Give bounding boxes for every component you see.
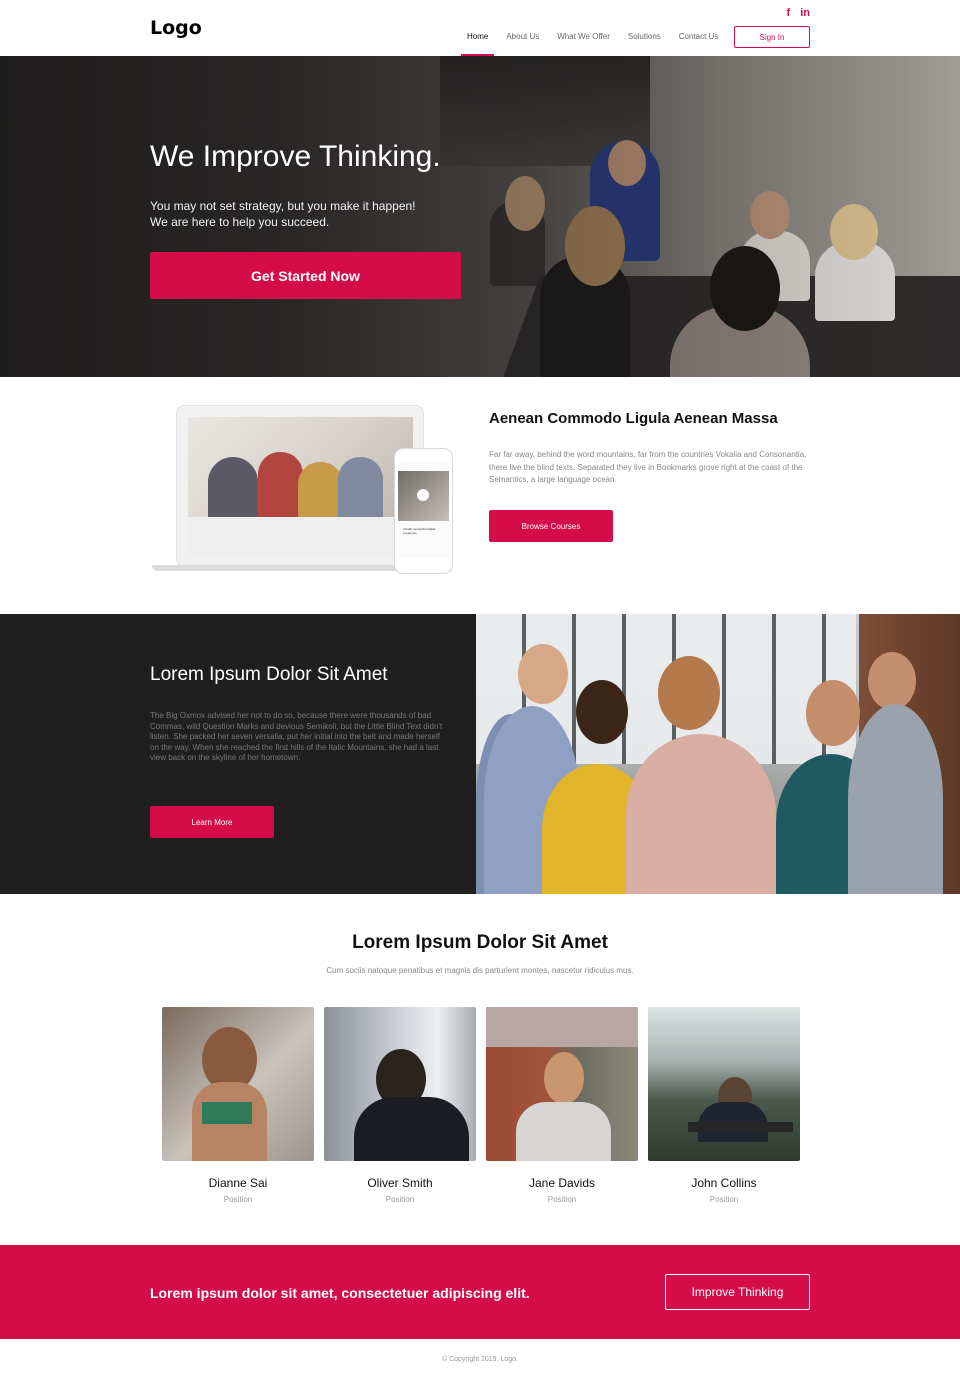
play-icon [417, 489, 429, 501]
nav-about-us[interactable]: About Us [500, 24, 545, 56]
phone-caption: Visualt mentosiba digital expelones [403, 527, 436, 535]
laptop-mockup [176, 405, 424, 567]
footer-copyright: © Copyright 2019. Logo. [442, 1356, 518, 1363]
hero-section: We Improve Thinking. You may not set str… [0, 56, 960, 377]
about-text: Far far away, behind the word mountains,… [489, 450, 807, 484]
sign-in-button[interactable]: Sign In [734, 26, 810, 48]
cta-band: Lorem ipsum dolor sit amet, consectetuer… [0, 1245, 960, 1339]
facebook-icon[interactable]: f [787, 7, 791, 19]
dark-section: Lorem Ipsum Dolor Sit Amet The Big Oxmox… [0, 614, 476, 894]
nav-contact-us[interactable]: Contact Us [673, 24, 725, 56]
logo[interactable]: Logo [150, 17, 202, 39]
team-member-position: Position [709, 1195, 739, 1204]
team-member-name: Dianne Sai [208, 1176, 268, 1190]
team-member-photo [162, 1007, 314, 1161]
team-member-position: Position [385, 1195, 415, 1204]
team-member-name: John Collins [691, 1176, 757, 1190]
team-card[interactable]: John Collins Position [648, 1007, 800, 1204]
team-member-position: Position [223, 1195, 253, 1204]
team-card[interactable]: Jane Davids Position [486, 1007, 638, 1204]
phone-mockup: Visualt mentosiba digital expelones [394, 448, 453, 574]
learn-more-button[interactable]: Learn More [150, 806, 274, 838]
hero-overlay [0, 56, 960, 377]
team-card[interactable]: Dianne Sai Position [162, 1007, 314, 1204]
team-member-name: Oliver Smith [367, 1176, 433, 1190]
nav-home[interactable]: Home [461, 24, 495, 56]
team-member-name: Jane Davids [528, 1176, 596, 1190]
team-member-photo [648, 1007, 800, 1161]
about-title: Aenean Commodo Ligula Aenean Massa [489, 410, 778, 427]
team-card[interactable]: Oliver Smith Position [324, 1007, 476, 1204]
team-member-photo [324, 1007, 476, 1161]
hero-title: We Improve Thinking. [150, 140, 441, 173]
team-title: Lorem Ipsum Dolor Sit Amet [352, 932, 608, 953]
browse-courses-button[interactable]: Browse Courses [489, 510, 613, 542]
team-group-photo [476, 614, 960, 894]
main-nav: Home About Us What We Offer Solutions Co… [461, 24, 730, 56]
get-started-button[interactable]: Get Started Now [150, 252, 461, 299]
nav-what-we-offer[interactable]: What We Offer [551, 24, 616, 56]
team-member-photo [486, 1007, 638, 1161]
site-header: Logo f in Home About Us What We Offer So… [0, 0, 960, 56]
dark-section-title: Lorem Ipsum Dolor Sit Amet [150, 664, 388, 685]
nav-solutions[interactable]: Solutions [622, 24, 667, 56]
laptop-screen-image [188, 417, 413, 556]
team-member-position: Position [547, 1195, 577, 1204]
hero-subtitle: You may not set strategy, but you make i… [150, 199, 416, 229]
social-links: f in [787, 7, 810, 19]
linkedin-icon[interactable]: in [800, 7, 810, 19]
cta-band-text: Lorem ipsum dolor sit amet, consectetuer… [150, 1285, 530, 1301]
improve-thinking-button[interactable]: Improve Thinking [665, 1274, 810, 1310]
dark-section-text: The Big Oxmox advised her not to do so, … [150, 711, 443, 762]
team-subtitle: Cum sociis natoque penatibus et magnis d… [326, 966, 634, 975]
